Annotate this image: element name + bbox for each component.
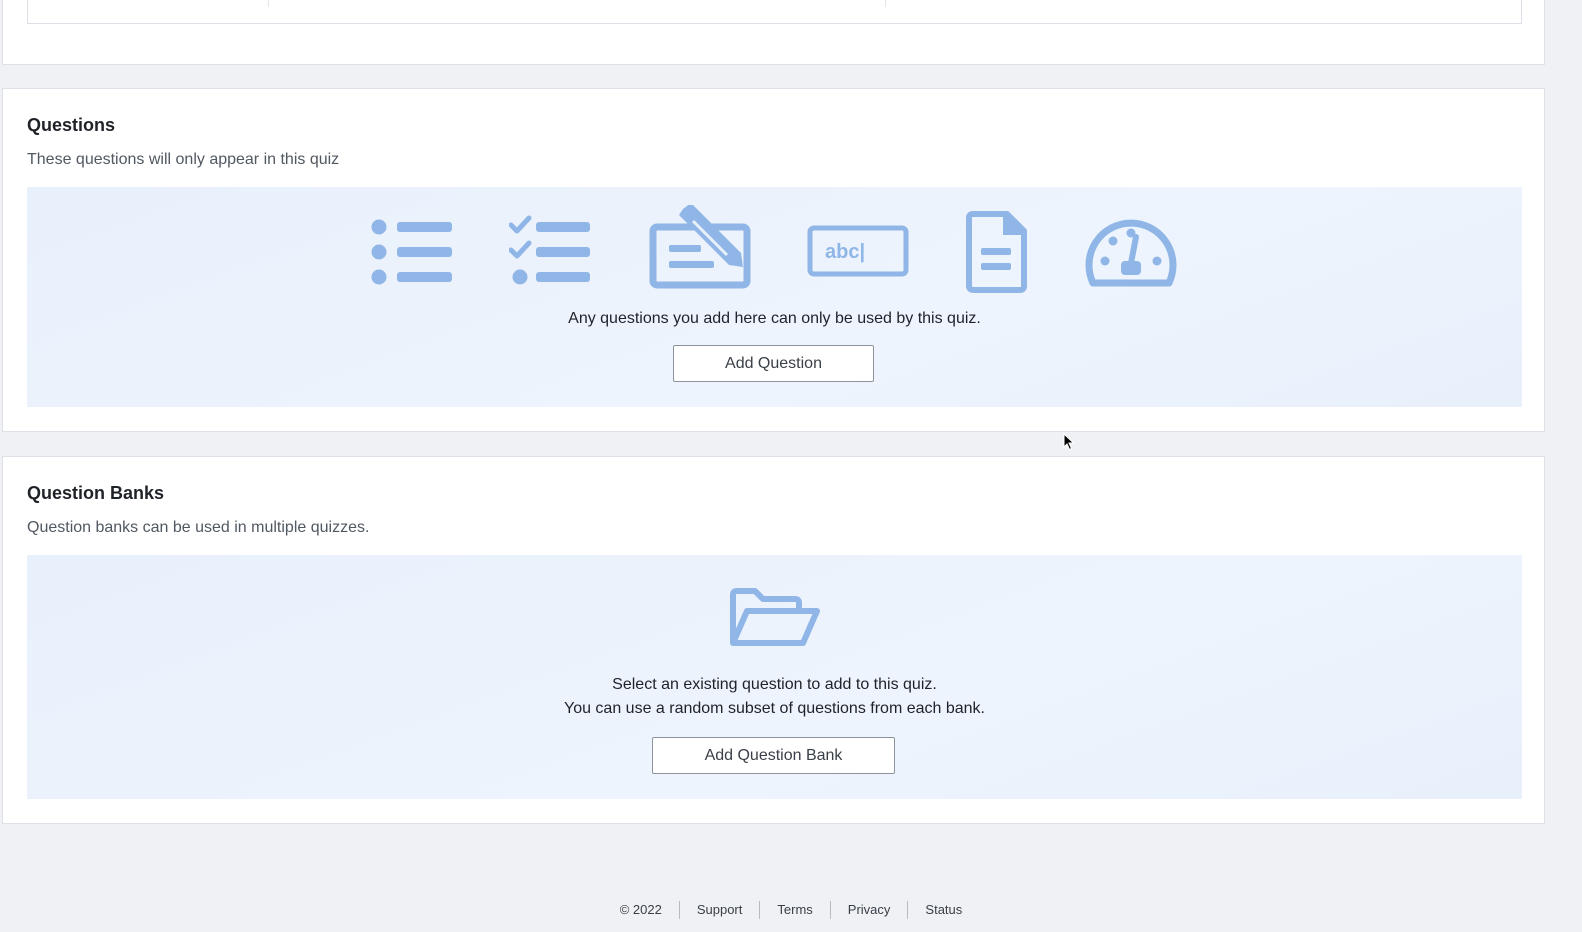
text-input-icon-label: abc|	[825, 241, 865, 263]
previous-section-box	[27, 0, 1522, 24]
questions-card: Questions These questions will only appe…	[2, 88, 1545, 432]
text-input-abc-icon: abc|	[807, 225, 909, 277]
add-question-bank-button[interactable]: Add Question Bank	[652, 737, 895, 774]
box-divider	[268, 0, 269, 7]
questions-title: Questions	[27, 115, 116, 135]
bulleted-list-icon	[371, 219, 453, 285]
footer-link-privacy[interactable]: Privacy	[829, 901, 908, 919]
questions-empty-panel: abc| Any questions you add here can only…	[27, 187, 1522, 407]
question-banks-subtitle: Question banks can be used in multiple q…	[27, 519, 370, 536]
footer-link-status[interactable]: Status	[907, 901, 979, 919]
quiz-editor-page: Questions These questions will only appe…	[0, 0, 1582, 932]
footer: © 2022 Support Terms Privacy Status	[0, 900, 1582, 920]
open-folder-icon	[727, 587, 821, 649]
question-type-icons: abc|	[27, 205, 1522, 293]
footer-link-terms[interactable]: Terms	[759, 901, 829, 919]
gauge-icon	[1085, 215, 1177, 287]
add-question-button[interactable]: Add Question	[673, 345, 874, 382]
footer-link-support[interactable]: Support	[678, 901, 760, 919]
banks-panel-text-line1: Select an existing question to add to th…	[612, 676, 937, 693]
box-divider	[885, 0, 886, 7]
footer-copyright: © 2022	[619, 902, 662, 917]
banks-panel-text-line2: You can use a random subset of questions…	[563, 700, 985, 717]
mouse-cursor-icon	[1063, 432, 1075, 456]
questions-panel-text: Any questions you add here can only be u…	[568, 310, 981, 327]
question-banks-card: Question Banks Question banks can be use…	[2, 456, 1545, 824]
essay-pencil-icon	[649, 205, 751, 289]
previous-section-card	[2, 0, 1545, 65]
document-icon	[965, 211, 1029, 293]
question-banks-title: Question Banks	[27, 483, 165, 503]
checklist-icon	[509, 215, 591, 285]
question-banks-empty-panel: Select an existing question to add to th…	[27, 555, 1522, 799]
questions-subtitle: These questions will only appear in this…	[27, 151, 340, 168]
